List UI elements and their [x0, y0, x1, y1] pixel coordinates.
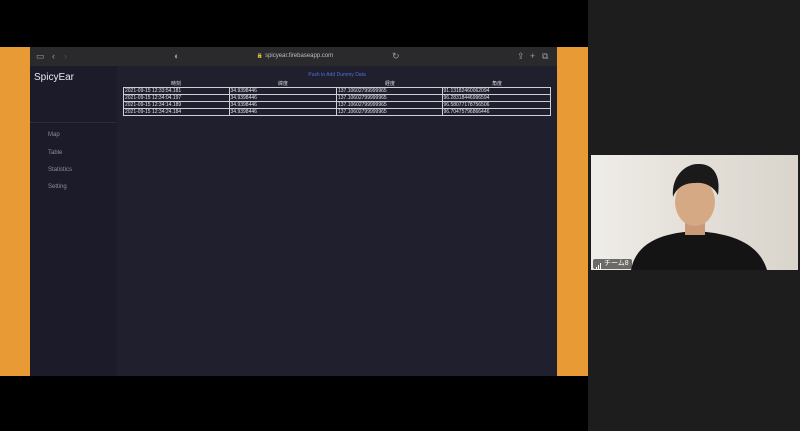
browser-toolbar: ▭ ‹ › ◐ 🔒 spicyear.firebaseapp.com ↻ ⇪ + … — [30, 47, 557, 66]
nav-item-map[interactable]: Map — [48, 132, 60, 138]
back-arrow-icon[interactable]: ‹ — [52, 51, 55, 61]
new-tab-icon[interactable]: + — [530, 51, 535, 61]
table-cell: 2021-09-15 12:34:24.184 — [124, 109, 230, 115]
table-row: 2021-09-15 12:33:54.181 34.9398446 137.1… — [123, 87, 551, 95]
table-cell: 2021-09-15 12:34:04.197 — [124, 95, 230, 101]
reader-icon[interactable]: ◐ — [174, 51, 179, 61]
table-cell: 96.58077178756506 — [443, 102, 490, 108]
table-cell: 137.10602799999965 — [337, 102, 443, 108]
table-cell: 34.9398446 — [230, 95, 337, 101]
sidebar-toggle-icon[interactable]: ▭ — [36, 51, 45, 61]
table-cell: 91.13182460062094 — [443, 88, 490, 94]
address-bar[interactable]: 🔒 spicyear.firebaseapp.com — [180, 51, 410, 62]
table-cell: 96.70475796866446 — [443, 109, 490, 115]
nav-item-setting[interactable]: Setting — [48, 184, 67, 190]
nav-item-statistics[interactable]: Statistics — [48, 167, 72, 173]
app-brand[interactable]: SpicyEar — [34, 72, 74, 83]
main-content: Push to Add Dummy Data 時刻 緯度 経度 角度 2021-… — [117, 66, 557, 376]
column-header-latitude: 緯度 — [277, 81, 288, 87]
participant-video-tile[interactable]: チーム8 — [591, 155, 798, 270]
table-cell: 34.9398446 — [230, 102, 337, 108]
shared-browser-window: ▭ ‹ › ◐ 🔒 spicyear.firebaseapp.com ↻ ⇪ + … — [30, 47, 557, 376]
forward-arrow-icon[interactable]: › — [64, 51, 67, 61]
table-cell: 34.9398446 — [230, 109, 337, 115]
data-table: 時刻 緯度 経度 角度 2021-09-15 12:33:54.181 34.9… — [123, 81, 551, 116]
table-cell: 2021-09-15 12:33:54.181 — [124, 88, 230, 94]
table-cell: 137.10602799999965 — [337, 109, 443, 115]
address-text: spicyear.firebaseapp.com — [265, 53, 334, 59]
lock-icon: 🔒 — [256, 53, 264, 59]
participant-name: チーム8 — [604, 260, 629, 267]
screen-share-border-left — [0, 47, 30, 376]
screen-share-border-right — [557, 47, 588, 376]
participant-silhouette — [631, 163, 767, 270]
column-header-longitude: 経度 — [384, 81, 395, 87]
table-cell: 34.9398446 — [230, 88, 337, 94]
table-cell: 137.10602799999965 — [337, 88, 443, 94]
app-sidebar: SpicyEar Map Table Statistics Setting — [30, 66, 117, 376]
table-header-row: 時刻 緯度 経度 角度 — [123, 81, 551, 87]
table-cell: 2021-09-15 12:34:14.189 — [124, 102, 230, 108]
table-row: 2021-09-15 12:34:04.197 34.9398446 137.1… — [123, 95, 551, 102]
table-row: 2021-09-15 12:34:24.184 34.9398446 137.1… — [123, 109, 551, 116]
column-header-time: 時刻 — [170, 81, 181, 87]
signal-icon — [596, 259, 602, 269]
share-icon[interactable]: ⇪ — [517, 51, 525, 61]
sidebar-divider — [30, 122, 117, 123]
reload-icon[interactable]: ↻ — [392, 51, 400, 61]
nav-item-table[interactable]: Table — [48, 150, 62, 156]
bottom-black-bar — [0, 376, 588, 431]
tabs-icon[interactable]: ⧉ — [542, 51, 548, 61]
participant-name-tag: チーム8 — [593, 259, 632, 269]
table-cell: 96.28318446996594 — [443, 95, 490, 101]
column-header-angle: 角度 — [491, 81, 502, 87]
table-row: 2021-09-15 12:34:14.189 34.9398446 137.1… — [123, 102, 551, 109]
add-dummy-data-button[interactable]: Push to Add Dummy Data — [117, 72, 557, 78]
table-cell: 137.10602799999965 — [337, 95, 443, 101]
